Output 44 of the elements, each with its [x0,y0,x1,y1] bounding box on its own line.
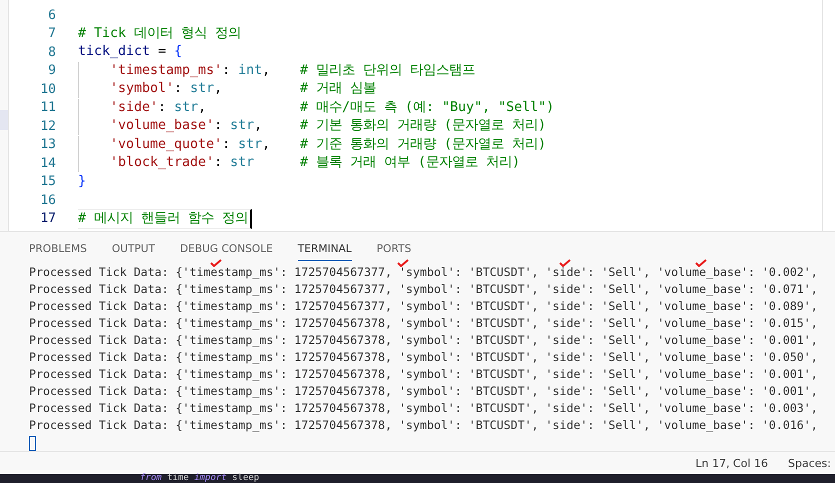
terminal-line: Processed Tick Data: {'timestamp_ms': 1725704567377, 'symbol': 'BTCUSDT', 'side': 'Sell', 'volume_base': '0.089', [29,298,818,315]
terminal-line: Processed Tick Data: {'timestamp_ms': 1725704567378, 'symbol': 'BTCUSDT', 'side': 'Sell', 'volume_base': '0.001', [29,366,818,383]
line-number: 8 [47,44,56,60]
line-number: 12 [39,118,56,134]
terminal-line: Processed Tick Data: {'timestamp_ms': 1725704567377, 'symbol': 'BTCUSDT', 'side': 'Sell', 'volume_base': '0.002', [29,264,818,281]
terminal-line: Processed Tick Data: {'timestamp_ms': 1725704567378, 'symbol': 'BTCUSDT', 'side': 'Sell', 'volume_base': '0.016', [29,417,818,434]
line-number: 10 [39,82,56,97]
line-number: 7 [47,26,56,42]
check-mark-icon [695,259,707,267]
panel-tab[interactable]: TERMINAL [298,239,352,261]
code-line: 'symbol': str, # 거래 심볼 [78,79,378,100]
line-number: 9 [47,63,56,78]
code-line: tick_dict = { [78,43,184,62]
line-number: 15 [39,174,56,190]
code-line: 'timestamp_ms': int, # 밀리초 단위의 타임스탬프 [78,60,478,81]
line-number: 13 [39,137,56,152]
code-line: 'block_trade': str # 블록 거래 여부 (문자열로 처리) [78,153,522,174]
code-line: # Tick 데이터 형식 정의 [78,24,242,43]
panel-tab[interactable]: OUTPUT [112,239,156,261]
status-item[interactable]: Spaces: [788,456,831,470]
terminal-line: Processed Tick Data: {'timestamp_ms': 1725704567378, 'symbol': 'BTCUSDT', 'side': 'Sell', 'volume_base': '0.001', [29,383,818,400]
line-number: 17 [39,211,56,226]
code-line: 'volume_base': str, # 기본 통화의 거래량 (문자열로 처리) [78,116,548,136]
terminal-line: Processed Tick Data: {'timestamp_ms': 1725704567378, 'symbol': 'BTCUSDT', 'side': 'Sell', 'volume_base': '0.003', [29,400,818,417]
line-number: 6 [47,8,56,23]
terminal-line: Processed Tick Data: {'timestamp_ms': 1725704567378, 'symbol': 'BTCUSDT', 'side': 'Sell', 'volume_base': '0.050', [29,349,818,366]
terminal-line: Processed Tick Data: {'timestamp_ms': 1725704567377, 'symbol': 'BTCUSDT', 'side': 'Sell', 'volume_base': '0.071', [29,281,818,298]
line-number: 11 [39,100,56,116]
check-mark-icon [210,259,222,267]
check-mark-icon [397,259,409,267]
line-number: 14 [39,156,56,171]
code-line: } [78,172,88,191]
code-line: 'volume_quote': str, # 기준 통화의 거래량 (문자열로 처리) [78,134,548,155]
terminal-line: Processed Tick Data: {'timestamp_ms': 1725704567378, 'symbol': 'BTCUSDT', 'side': 'Sell', 'volume_base': '0.001', [29,332,818,349]
panel-tab[interactable]: DEBUG CONSOLE [180,239,273,261]
panel-tab[interactable]: PROBLEMS [29,239,87,261]
line-number: 16 [39,192,56,208]
code-line: # 메시지 핸들러 함수 정의 [78,208,252,229]
terminal-line: Processed Tick Data: {'timestamp_ms': 1725704567378, 'symbol': 'BTCUSDT', 'side': 'Sell', 'volume_base': '0.015', [29,315,818,332]
check-mark-icon [559,259,571,267]
terminal-cursor [29,436,36,451]
panel-tab[interactable]: PORTS [376,239,412,261]
status-item[interactable]: Ln 17, Col 16 [695,456,768,470]
code-line: 'side': str, # 매수/매도 측 (예: "Buy", "Sell") [78,98,556,118]
